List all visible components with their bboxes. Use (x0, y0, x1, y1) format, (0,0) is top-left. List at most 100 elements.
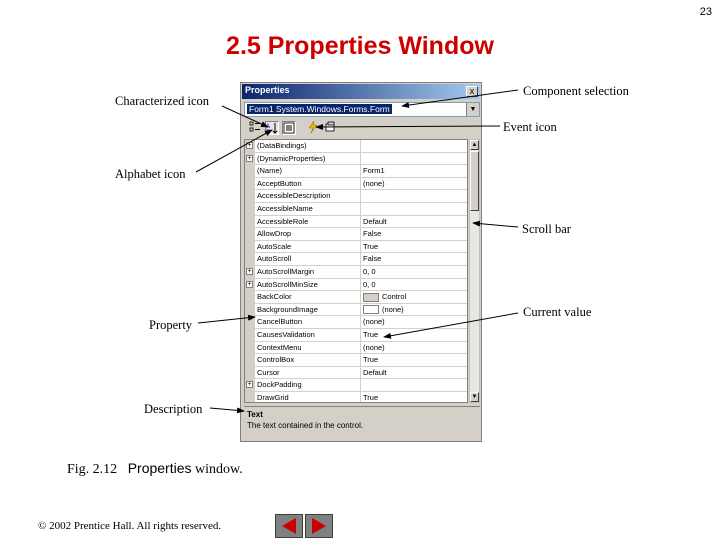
property-value-text: (none) (382, 304, 404, 314)
chevron-down-icon[interactable]: ▼ (466, 103, 479, 116)
arrow-description (209, 407, 245, 414)
column-divider[interactable] (360, 228, 361, 240)
column-divider[interactable] (360, 366, 361, 379)
property-row[interactable]: Cursor Default (255, 366, 467, 380)
property-name: AcceptButton (257, 178, 302, 188)
property-row[interactable]: ContextMenu (none) (255, 341, 467, 355)
scroll-up-icon[interactable]: ▲ (470, 140, 479, 150)
column-divider[interactable] (360, 392, 361, 402)
property-value[interactable]: Form1 (363, 166, 463, 175)
column-divider[interactable] (360, 329, 361, 341)
property-row[interactable]: AccessibleDescription (255, 190, 467, 203)
property-value-text: Control (382, 292, 407, 302)
property-row[interactable]: BackgroundImage (none) (255, 303, 467, 317)
property-value[interactable]: (none) (363, 305, 463, 315)
expand-icon[interactable]: + (246, 154, 253, 162)
property-value-text: Form1 (363, 166, 385, 176)
page-number: 23 (699, 6, 712, 18)
property-value[interactable]: False (363, 254, 463, 263)
scroll-bar[interactable]: ▲ ▼ (469, 139, 480, 403)
column-divider[interactable] (360, 379, 361, 391)
description-title: Text (247, 410, 263, 419)
column-divider[interactable] (360, 266, 361, 278)
events-icon[interactable] (306, 120, 320, 135)
property-row[interactable]: + AutoScrollMargin 0, 0 (246, 266, 467, 279)
column-divider[interactable] (360, 240, 361, 253)
expand-icon[interactable]: + (246, 268, 253, 275)
property-value[interactable]: Default (363, 368, 463, 377)
property-row[interactable]: + (DynamicProperties) (246, 152, 467, 166)
property-value[interactable]: True (363, 393, 463, 402)
component-selector[interactable]: Form1 System.Windows.Forms.Form ▼ (244, 102, 480, 117)
property-row[interactable]: BackColor Control (255, 291, 467, 304)
column-divider[interactable] (360, 177, 361, 190)
property-name: (DataBindings) (257, 141, 307, 150)
property-row[interactable]: + (DataBindings) (246, 140, 467, 153)
property-row[interactable]: + DockPadding (246, 379, 467, 392)
property-row[interactable]: AcceptButton (none) (255, 177, 467, 191)
expand-icon[interactable]: + (246, 142, 253, 149)
callout-description: Description (144, 402, 203, 416)
column-divider[interactable] (360, 278, 361, 291)
property-value-text: False (363, 229, 382, 239)
previous-slide-button[interactable] (275, 514, 303, 538)
property-value[interactable]: 0, 0 (363, 280, 463, 289)
slide-title: 2.5 Properties Window (226, 32, 494, 60)
categorized-icon[interactable] (248, 121, 262, 135)
property-value[interactable]: True (363, 355, 463, 364)
scroll-thumb[interactable] (470, 151, 479, 211)
column-divider[interactable] (360, 215, 361, 228)
property-row[interactable]: AccessibleName (255, 203, 467, 216)
column-divider[interactable] (360, 165, 361, 177)
column-divider[interactable] (360, 354, 361, 366)
property-row[interactable]: ControlBox True (255, 354, 467, 367)
property-row[interactable]: AccessibleRole Default (255, 215, 467, 229)
property-row[interactable]: + AutoScrollMinSize 0, 0 (246, 278, 467, 292)
property-value[interactable]: (none) (363, 179, 463, 188)
expand-icon[interactable]: + (246, 381, 253, 389)
property-value[interactable]: (none) (363, 317, 463, 326)
column-divider[interactable] (360, 341, 361, 354)
column-divider[interactable] (360, 203, 361, 215)
column-divider[interactable] (360, 190, 361, 202)
column-divider[interactable] (360, 303, 361, 316)
property-row[interactable]: CancelButton (none) (255, 316, 467, 329)
callout-event-icon: Event icon (503, 120, 557, 134)
close-button[interactable]: x (466, 86, 478, 97)
property-row[interactable]: CausesValidation True (255, 329, 467, 342)
property-value[interactable]: False (363, 229, 463, 238)
column-divider[interactable] (360, 140, 361, 152)
column-divider[interactable] (360, 291, 361, 303)
property-pages-icon[interactable] (323, 121, 337, 135)
property-value-text: Default (363, 216, 387, 226)
column-divider[interactable] (360, 316, 361, 328)
property-value-text: True (363, 241, 379, 251)
property-row[interactable]: (Name) Form1 (255, 165, 467, 178)
scroll-down-icon[interactable]: ▼ (470, 392, 479, 402)
alphabetical-icon[interactable]: AZ (265, 121, 279, 136)
caption-name: Properties (127, 460, 192, 476)
property-value[interactable]: (none) (363, 343, 463, 352)
property-value[interactable]: Control (363, 292, 463, 302)
property-value-text: (none) (363, 178, 385, 188)
property-value[interactable]: Default (363, 217, 463, 226)
property-value[interactable]: True (363, 242, 463, 251)
property-row[interactable]: AutoScale True (255, 240, 467, 254)
next-slide-button[interactable] (305, 514, 333, 538)
property-row[interactable]: AllowDrop False (255, 228, 467, 241)
property-value[interactable]: True (363, 330, 463, 339)
column-divider[interactable] (360, 253, 361, 265)
property-name: CancelButton (257, 317, 303, 327)
property-row[interactable]: AutoScroll False (255, 253, 467, 266)
property-name: DockPadding (257, 380, 302, 390)
column-divider[interactable] (360, 152, 361, 165)
property-value-text: (none) (363, 342, 385, 352)
properties-icon[interactable] (282, 121, 296, 135)
expand-icon[interactable]: + (246, 280, 253, 288)
property-value[interactable]: 0, 0 (363, 267, 463, 276)
property-value-text: (none) (363, 317, 385, 327)
property-grid: + (DataBindings) + (DynamicProperties) (Name… (244, 139, 468, 403)
window-titlebar[interactable]: Properties x (242, 84, 480, 99)
arrow-right-icon (312, 518, 326, 534)
property-row[interactable]: DrawGrid True (255, 392, 467, 402)
